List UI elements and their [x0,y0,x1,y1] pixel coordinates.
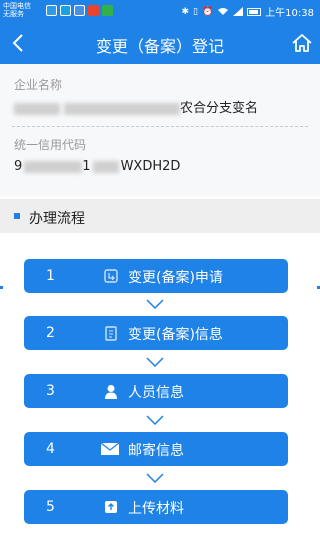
step-label: 变更(备案)信息 [128,327,223,343]
battery-icon [247,7,262,16]
status-bar: 中国电信 无服务 ✱ ▯ ⏰ 上午10:38 [0,0,320,22]
chevron-down-icon [146,357,164,367]
credit-code-value: 9 1 WXDH2D [14,159,180,174]
credit-code-mid: 1 [82,159,91,174]
company-name-value: 农合分支变名 [14,97,258,116]
document-icon [103,325,119,341]
notification-app-icon [88,5,99,16]
bluetooth-icon: ✱ [181,6,189,17]
notification-app-icon [74,5,85,16]
step-label: 变更(备案)申请 [128,270,223,286]
step-label: 上传材料 [128,501,184,517]
title-bar: 变更（备案）登记 [0,22,320,64]
chevron-down-icon [146,473,164,483]
notification-icons [46,5,113,16]
company-name-suffix: 农合分支变名 [180,101,259,116]
step-number: 5 [46,499,55,515]
step-label: 邮寄信息 [128,443,184,459]
system-indicators: ✱ ▯ ⏰ 上午10:38 [181,4,314,20]
home-icon [292,34,312,52]
credit-code-prefix: 9 [14,159,23,174]
step-number: 4 [46,441,55,457]
wifi-icon [218,8,229,15]
redaction-mask [14,102,60,115]
person-icon [103,383,119,399]
carrier-name: 中国电信 [3,2,31,10]
process-section-header: 办理流程 [0,199,320,233]
step-apply-button[interactable]: 1 变更(备案)申请 [24,259,288,293]
section-marker [14,213,20,219]
step-personnel-button[interactable]: 3 人员信息 [24,374,288,408]
carrier-info: 中国电信 无服务 [3,2,31,18]
vibrate-icon: ▯ [193,6,198,17]
step-mailing-button[interactable]: 4 邮寄信息 [24,432,288,466]
step-change-info-button[interactable]: 2 变更(备案)信息 [24,316,288,350]
edge-marker [0,286,3,289]
divider [12,126,308,127]
alarm-icon: ⏰ [201,6,214,17]
apply-icon [103,268,119,284]
upload-icon [103,499,119,515]
step-number: 3 [46,383,55,399]
home-button[interactable] [288,28,316,58]
mail-icon [99,441,121,457]
step-label: 人员信息 [128,385,184,401]
notification-app-icon [60,5,71,16]
notification-app-icon [102,5,113,16]
notification-app-icon [46,5,57,16]
credit-code-suffix: WXDH2D [120,159,181,174]
step-upload-button[interactable]: 5 上传材料 [24,490,288,524]
chevron-down-icon [146,299,164,309]
company-name-label: 企业名称 [14,78,63,92]
company-info: 企业名称 农合分支变名 统一信用代码 9 1 WXDH2D [0,64,320,196]
section-title: 办理流程 [29,211,85,227]
step-number: 2 [46,325,55,341]
redaction-mask [92,160,119,173]
signal-icon [233,7,244,16]
step-number: 1 [46,268,55,284]
redaction-mask [64,102,180,115]
chevron-down-icon [146,415,164,425]
service-status: 无服务 [3,10,24,18]
redaction-mask [24,160,83,173]
clock: 上午10:38 [265,8,314,19]
credit-code-label: 统一信用代码 [14,138,87,152]
page-title: 变更（备案）登记 [95,37,224,56]
